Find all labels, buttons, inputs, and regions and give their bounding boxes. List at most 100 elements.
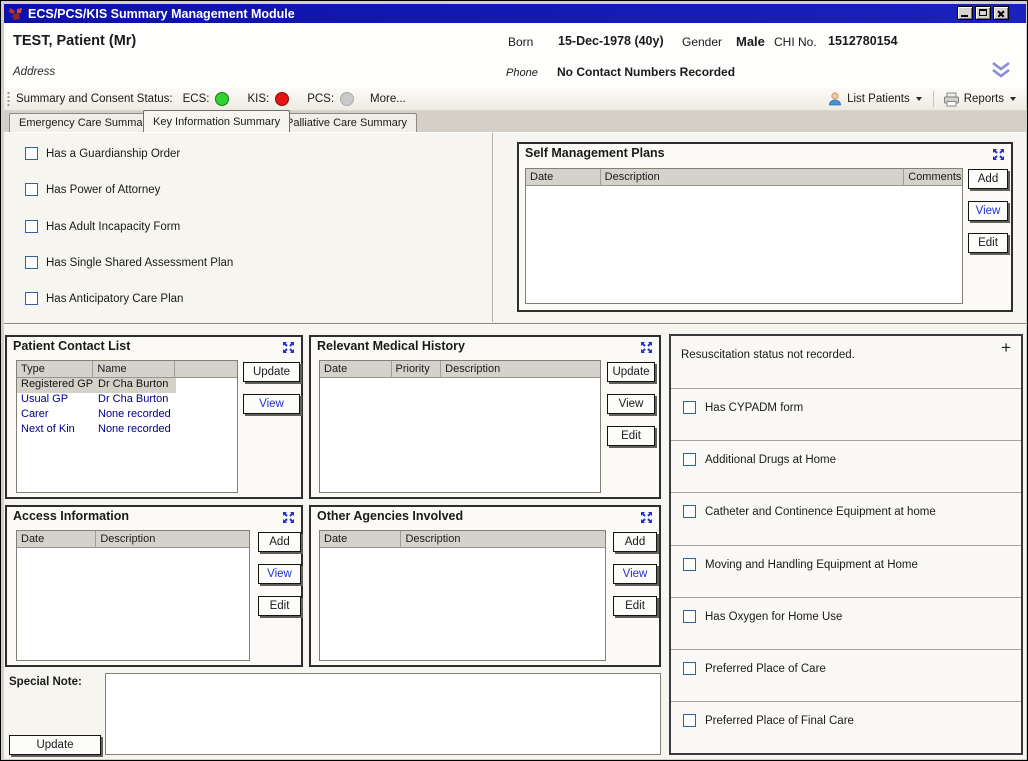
medical-history-table[interactable]: Date Priority Description — [319, 360, 601, 493]
single-shared-assessment-plan-checkbox[interactable] — [25, 256, 38, 269]
expand-icon[interactable] — [282, 511, 295, 524]
column-date[interactable]: Date — [526, 169, 601, 186]
table-header: Type Name — [17, 361, 237, 378]
view-button[interactable]: View — [607, 394, 655, 414]
list-patients-label: List Patients — [847, 93, 910, 105]
maximize-button[interactable] — [975, 6, 991, 20]
guardianship-order-checkbox[interactable] — [25, 147, 38, 160]
column-type[interactable]: Type — [17, 361, 93, 378]
view-button[interactable]: View — [613, 564, 657, 584]
other-agencies-table[interactable]: Date Description — [319, 530, 606, 661]
expand-icon[interactable] — [640, 341, 653, 354]
additional-drugs-checkbox[interactable] — [683, 453, 696, 466]
printer-icon — [943, 92, 960, 107]
edit-button[interactable]: Edit — [613, 596, 657, 616]
edit-button[interactable]: Edit — [258, 596, 301, 616]
column-description[interactable]: Description — [96, 531, 249, 548]
update-button[interactable]: Update — [607, 362, 655, 382]
column-date[interactable]: Date — [17, 531, 96, 548]
edit-button[interactable]: Edit — [968, 233, 1008, 253]
oxygen-home-use-checkbox[interactable] — [683, 610, 696, 623]
ecs-status-indicator — [215, 92, 229, 106]
expand-icon[interactable] — [992, 148, 1005, 161]
table-row[interactable]: Usual GP Dr Cha Burton — [17, 393, 237, 408]
anticipatory-care-plan-checkbox[interactable] — [25, 292, 38, 305]
flag-anticipatory-care-plan: Has Anticipatory Care Plan — [25, 292, 183, 305]
view-button[interactable]: View — [258, 564, 301, 584]
table-row[interactable]: Carer None recorded — [17, 408, 237, 423]
expand-icon[interactable] — [282, 341, 295, 354]
close-button[interactable] — [993, 6, 1009, 20]
kis-label: KIS: — [247, 93, 269, 105]
column-date[interactable]: Date — [320, 531, 401, 548]
care-details-panel: Resuscitation status not recorded. + Has… — [669, 334, 1023, 755]
chevron-double-down-icon[interactable] — [990, 61, 1014, 79]
column-priority[interactable]: Priority — [392, 361, 442, 378]
access-information-table[interactable]: Date Description — [16, 530, 250, 661]
toolbar-separator — [933, 91, 934, 107]
tab-key-information-summary[interactable]: Key Information Summary — [143, 110, 290, 132]
gender-label: Gender — [682, 35, 722, 49]
flag-single-shared-assessment-plan: Has Single Shared Assessment Plan — [25, 256, 233, 269]
self-management-plans-table[interactable]: Date Description Comments — [525, 168, 963, 304]
panel-title: Access Information — [13, 509, 129, 523]
table-row[interactable]: Next of Kin None recorded — [17, 423, 237, 438]
resuscitation-status-text: Resuscitation status not recorded. — [681, 349, 855, 361]
column-description[interactable]: Description — [401, 531, 605, 548]
catheter-continence-checkbox[interactable] — [683, 505, 696, 518]
person-icon — [827, 91, 843, 107]
title-bar: ECS/PCS/KIS Summary Management Module — [4, 4, 1026, 23]
panel-title: Other Agencies Involved — [317, 509, 463, 523]
access-information-panel: Access Information Date Description Add … — [5, 505, 303, 667]
flag-moving-handling: Moving and Handling Equipment at Home — [671, 545, 1021, 597]
flag-cypadm-form: Has CYPADM form — [671, 388, 1021, 440]
tab-emergency-care-summary[interactable]: Emergency Care Summary — [9, 113, 162, 132]
column-blank[interactable] — [175, 361, 237, 378]
flag-oxygen-home-use: Has Oxygen for Home Use — [671, 597, 1021, 649]
resuscitation-status-row: Resuscitation status not recorded. + — [671, 336, 1021, 388]
add-button[interactable]: Add — [613, 532, 657, 552]
window-controls — [957, 6, 1009, 20]
moving-handling-checkbox[interactable] — [683, 558, 696, 571]
patient-contact-table[interactable]: Type Name Registered GP Dr Cha Burton Us… — [16, 360, 238, 493]
more-link[interactable]: More... — [370, 93, 406, 105]
update-button[interactable]: Update — [243, 362, 300, 382]
dropdown-arrow-icon — [1010, 97, 1016, 101]
column-comments[interactable]: Comments — [904, 169, 962, 186]
special-note-update-button[interactable]: Update — [9, 735, 101, 755]
reports-button[interactable]: Reports — [943, 92, 1018, 107]
maximize-icon — [979, 9, 987, 16]
flag-preferred-place-of-final-care: Preferred Place of Final Care — [671, 701, 1021, 753]
consent-status-label: Summary and Consent Status: — [16, 93, 173, 105]
preferred-place-of-care-checkbox[interactable] — [683, 662, 696, 675]
view-button[interactable]: View — [243, 394, 300, 414]
flag-guardianship-order: Has a Guardianship Order — [25, 147, 180, 160]
tab-palliative-care-summary[interactable]: Palliative Care Summary — [276, 113, 417, 132]
minimize-button[interactable] — [957, 6, 973, 20]
toolbar-grip[interactable] — [7, 91, 10, 107]
relevant-medical-history-panel: Relevant Medical History Date Priority D… — [309, 335, 661, 499]
flag-preferred-place-of-care: Preferred Place of Care — [671, 649, 1021, 701]
preferred-place-of-final-care-checkbox[interactable] — [683, 714, 696, 727]
cypadm-form-checkbox[interactable] — [683, 401, 696, 414]
table-header: Date Description Comments — [526, 169, 962, 186]
expand-icon[interactable] — [640, 511, 653, 524]
pcs-status-indicator — [340, 92, 354, 106]
power-of-attorney-checkbox[interactable] — [25, 183, 38, 196]
add-button[interactable]: Add — [258, 532, 301, 552]
special-note-label: Special Note: — [9, 676, 82, 688]
view-button[interactable]: View — [968, 201, 1008, 221]
add-resuscitation-icon[interactable]: + — [1001, 338, 1011, 358]
table-row[interactable]: Registered GP Dr Cha Burton — [17, 378, 237, 393]
adult-incapacity-form-checkbox[interactable] — [25, 220, 38, 233]
column-date[interactable]: Date — [320, 361, 392, 378]
edit-button[interactable]: Edit — [607, 426, 655, 446]
phone-value: No Contact Numbers Recorded — [557, 65, 735, 79]
column-name[interactable]: Name — [93, 361, 174, 378]
column-description[interactable]: Description — [601, 169, 905, 186]
list-patients-button[interactable]: List Patients — [827, 91, 924, 107]
special-note-input[interactable] — [105, 673, 661, 755]
column-description[interactable]: Description — [441, 361, 600, 378]
add-button[interactable]: Add — [968, 169, 1008, 189]
consent-status-group: Summary and Consent Status: ECS: KIS: PC… — [16, 92, 406, 106]
